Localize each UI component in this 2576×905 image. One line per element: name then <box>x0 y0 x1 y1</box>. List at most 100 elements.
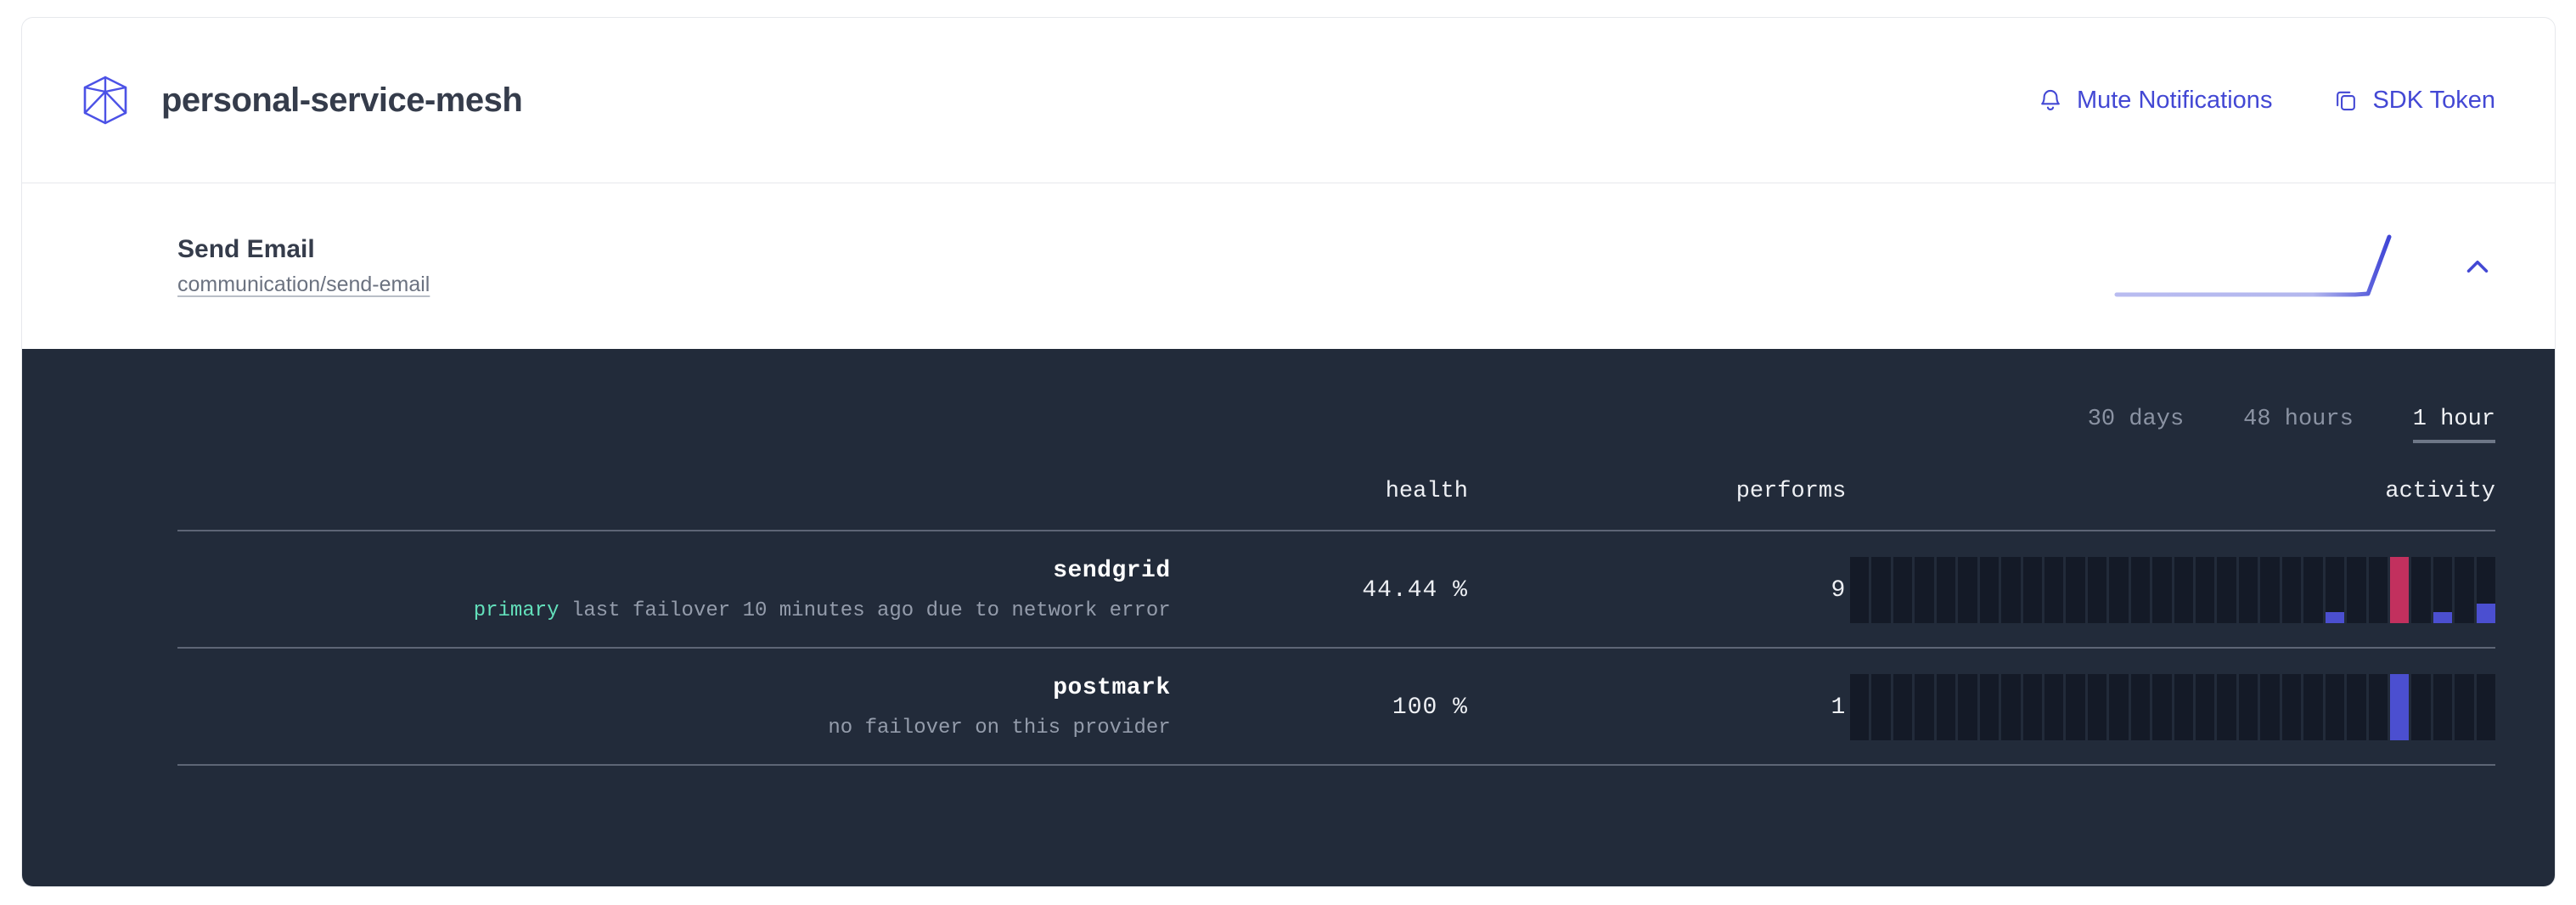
activity-bar[interactable] <box>1915 557 1934 623</box>
activity-bar[interactable] <box>2411 557 2431 623</box>
activity-bar[interactable] <box>2022 557 2042 623</box>
activity-bar[interactable] <box>2087 674 2107 740</box>
activity-bar-fill <box>2325 611 2345 623</box>
activity-bar[interactable] <box>2001 674 2021 740</box>
service-card: personal-service-mesh Mute Notifications <box>21 17 2556 887</box>
table-row[interactable]: postmark no failover on this provider 10… <box>177 648 2496 765</box>
activity-bar[interactable] <box>2238 674 2258 740</box>
activity-bar[interactable] <box>1871 557 1891 623</box>
activity-bar[interactable] <box>2281 557 2302 623</box>
activity-bar[interactable] <box>2001 557 2021 623</box>
activity-bar[interactable] <box>2174 674 2193 740</box>
column-header-name <box>177 479 1171 531</box>
time-range-30-days[interactable]: 30 days <box>2088 407 2184 443</box>
activity-bar[interactable] <box>2087 557 2107 623</box>
performs-value: 9 <box>1831 576 1847 604</box>
activity-bar[interactable] <box>2476 674 2496 740</box>
activity-bar[interactable] <box>1893 674 1913 740</box>
activity-bar[interactable] <box>2455 557 2474 623</box>
providers-table: health performs activity sendgrid primar… <box>177 479 2496 766</box>
activity-bar[interactable] <box>2196 557 2215 623</box>
health-value: 100 % <box>1392 694 1468 721</box>
activity-bar[interactable] <box>2433 557 2453 623</box>
activity-chart[interactable] <box>1850 557 2496 623</box>
column-header-activity: activity <box>2385 479 2495 504</box>
activity-bar[interactable] <box>2347 557 2366 623</box>
performs-cell: 1 <box>1468 648 1846 765</box>
performs-value: 1 <box>1831 694 1847 721</box>
activity-bar[interactable] <box>2389 674 2410 740</box>
chevron-up-icon[interactable] <box>2460 249 2495 284</box>
service-path-link[interactable]: communication/send-email <box>177 273 430 297</box>
activity-bar[interactable] <box>2196 674 2215 740</box>
activity-bar[interactable] <box>1850 674 1870 740</box>
activity-bar[interactable] <box>2109 674 2129 740</box>
activity-bar[interactable] <box>2260 557 2280 623</box>
panel-bottom-spacer <box>177 766 2495 847</box>
activity-bar[interactable] <box>2217 557 2236 623</box>
activity-bar[interactable] <box>2044 674 2064 740</box>
activity-bar[interactable] <box>2044 557 2064 623</box>
activity-bar[interactable] <box>2325 557 2345 623</box>
activity-bar[interactable] <box>2476 557 2496 623</box>
activity-bar[interactable] <box>2260 674 2280 740</box>
activity-bar[interactable] <box>2303 557 2323 623</box>
activity-bar[interactable] <box>2130 674 2151 740</box>
health-value: 44.44 % <box>1362 576 1468 604</box>
activity-bar[interactable] <box>1979 674 1999 740</box>
table-row[interactable]: sendgrid primary last failover 10 minute… <box>177 531 2496 648</box>
activity-bar[interactable] <box>1936 674 1956 740</box>
activity-bar-fill <box>2389 557 2410 623</box>
service-summary-row[interactable]: Send Email communication/send-email <box>22 183 2555 349</box>
metrics-panel: 30 days 48 hours 1 hour health performs … <box>22 349 2555 886</box>
mute-notifications-label: Mute Notifications <box>2076 86 2273 114</box>
activity-bar[interactable] <box>1958 674 1977 740</box>
activity-bar[interactable] <box>2368 557 2388 623</box>
activity-bar[interactable] <box>2238 557 2258 623</box>
activity-bar[interactable] <box>2368 674 2388 740</box>
activity-bar[interactable] <box>2347 674 2366 740</box>
provider-cell: postmark no failover on this provider <box>177 648 1171 765</box>
activity-bar[interactable] <box>2389 557 2410 623</box>
activity-chart[interactable] <box>1850 674 2496 740</box>
health-cell: 44.44 % <box>1171 531 1468 648</box>
activity-bar[interactable] <box>2281 674 2302 740</box>
activity-bar[interactable] <box>1871 674 1891 740</box>
activity-bar[interactable] <box>1958 557 1977 623</box>
activity-bar[interactable] <box>2152 557 2172 623</box>
activity-bar[interactable] <box>2109 557 2129 623</box>
provider-note: no failover on this provider <box>177 717 1171 739</box>
activity-bar[interactable] <box>1936 557 1956 623</box>
activity-bar[interactable] <box>1979 557 1999 623</box>
activity-bar[interactable] <box>2217 674 2236 740</box>
activity-bar[interactable] <box>2433 674 2453 740</box>
activity-bar[interactable] <box>1915 674 1934 740</box>
sdk-token-label: SDK Token <box>2372 86 2495 114</box>
column-header-performs: performs <box>1735 479 1847 504</box>
activity-bar[interactable] <box>2152 674 2172 740</box>
service-title: Send Email <box>177 235 315 263</box>
activity-bar[interactable] <box>2174 557 2193 623</box>
copy-icon <box>2333 87 2359 114</box>
activity-bar[interactable] <box>2022 674 2042 740</box>
activity-bar[interactable] <box>2303 674 2323 740</box>
time-range-48-hours[interactable]: 48 hours <box>2243 407 2354 443</box>
activity-bar[interactable] <box>2066 557 2085 623</box>
activity-cell <box>1846 648 2496 765</box>
activity-bar[interactable] <box>2325 674 2345 740</box>
activity-bar[interactable] <box>1850 557 1870 623</box>
provider-cell: sendgrid primary last failover 10 minute… <box>177 531 1171 648</box>
activity-cell <box>1846 531 2496 648</box>
activity-bar-fill <box>2389 674 2410 740</box>
activity-bar[interactable] <box>2411 674 2431 740</box>
activity-bar[interactable] <box>1893 557 1913 623</box>
sparkline-trend-icon <box>2113 228 2419 305</box>
activity-bar[interactable] <box>2130 557 2151 623</box>
activity-bar[interactable] <box>2066 674 2085 740</box>
provider-note-text: no failover on this provider <box>828 717 1171 739</box>
activity-bar[interactable] <box>2455 674 2474 740</box>
provider-note-text: last failover 10 minutes ago due to netw… <box>571 599 1171 622</box>
sdk-token-button[interactable]: SDK Token <box>2333 87 2495 115</box>
time-range-1-hour[interactable]: 1 hour <box>2412 407 2495 443</box>
mute-notifications-button[interactable]: Mute Notifications <box>2038 86 2273 115</box>
